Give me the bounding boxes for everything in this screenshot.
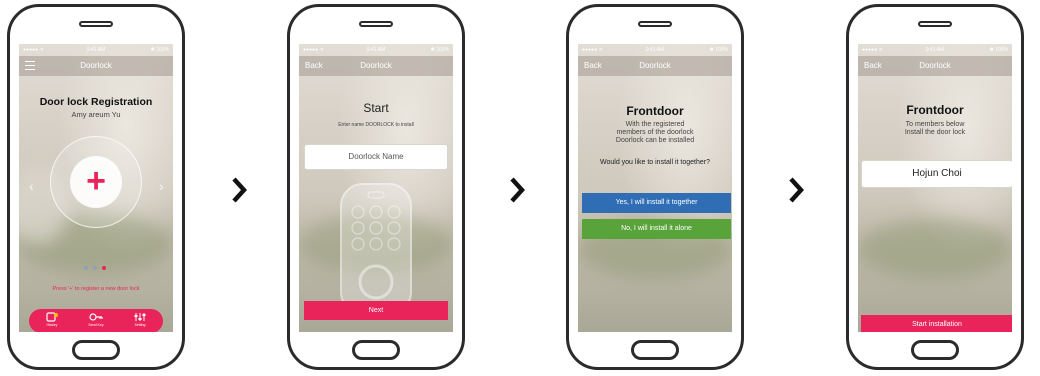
instruction-text: Enter name DOORLOCK to install: [338, 122, 414, 128]
description-line: Install the door lock: [904, 129, 966, 136]
tab-label: Send Key: [88, 323, 104, 327]
battery-indicator: ✱ 100%: [430, 47, 449, 53]
setting-icon: [134, 313, 146, 321]
page-indicator: [84, 266, 114, 271]
nav-title: Doorlock: [360, 61, 392, 70]
doorlock-name-input[interactable]: Doorlock Name: [304, 144, 448, 170]
chevron-right-icon: [789, 177, 804, 203]
install-together-button[interactable]: Yes, I will install it together: [582, 193, 731, 213]
page-title: Frontdoor: [906, 103, 964, 117]
tab-history[interactable]: History: [37, 311, 67, 331]
page-title: Start: [363, 101, 389, 115]
battery-indicator: ✱ 100%: [709, 47, 728, 53]
description-line: To members below: [905, 121, 965, 128]
tab-send-key[interactable]: Send Key: [81, 311, 111, 331]
nav-bar: Back Doorlock: [299, 56, 453, 76]
speaker: [359, 21, 393, 27]
chevron-right-icon: [510, 177, 525, 203]
phone-frame-2: ●●●●● ᯤ 9:41 AM ✱ 100% Back Doorlock Sta…: [287, 4, 465, 370]
user-name: Amy areum Yu: [71, 110, 121, 119]
member-item: Hojun Choi: [861, 160, 1012, 188]
home-button[interactable]: [911, 340, 959, 360]
nav-bar: Doorlock: [19, 56, 173, 76]
page-title: Door lock Registration: [39, 96, 153, 108]
next-button[interactable]: Next: [304, 301, 448, 320]
page-title: Frontdoor: [626, 104, 684, 118]
speaker: [918, 21, 952, 27]
phone-frame-4: ●●●●● ᯤ 9:41 AM ✱ 100% Back Doorlock Fro…: [846, 4, 1024, 370]
screen-install-together: ●●●●● ᯤ 9:41 AM ✱ 100% Back Doorlock Fro…: [578, 44, 732, 332]
tab-label: Setting: [134, 323, 146, 327]
description-line: members of the doorlock: [616, 129, 694, 136]
battery-indicator: ✱ 100%: [150, 47, 169, 53]
page-dot: [93, 266, 97, 270]
status-bar: ●●●●● ᯤ 9:41 AM ✱ 100%: [858, 44, 1012, 56]
status-bar: ●●●●● ᯤ 9:41 AM ✱ 100%: [299, 44, 453, 56]
description-line: With the registered: [625, 121, 685, 128]
nav-bar: Back Doorlock: [858, 56, 1012, 76]
speaker: [638, 21, 672, 27]
page-dot: [84, 266, 88, 270]
install-question: Would you like to install it together?: [600, 159, 710, 166]
nav-title: Doorlock: [80, 61, 112, 70]
plus-icon: +: [86, 162, 106, 200]
status-bar: ●●●●● ᯤ 9:41 AM ✱ 100%: [578, 44, 732, 56]
home-button[interactable]: [352, 340, 400, 360]
input-placeholder: Doorlock Name: [348, 152, 404, 161]
doorlock-illustration: [340, 183, 412, 315]
home-button[interactable]: [72, 340, 120, 360]
key-icon: [89, 313, 103, 321]
phone-frame-1: ●●●●● ᯤ 9:41 AM ✱ 100% Doorlock Door loc…: [7, 4, 185, 370]
phone-frame-3: ●●●●● ᯤ 9:41 AM ✱ 100% Back Doorlock Fro…: [566, 4, 744, 370]
install-alone-button[interactable]: No, I will install it alone: [582, 219, 731, 239]
description-line: Doorlock can be installed: [615, 137, 695, 144]
start-installation-button[interactable]: Start installation: [861, 315, 1012, 332]
chevron-left-icon[interactable]: ‹: [29, 178, 34, 194]
member-name: Hojun Choi: [912, 168, 962, 179]
tab-setting[interactable]: Setting: [125, 311, 155, 331]
home-button[interactable]: [631, 340, 679, 360]
battery-indicator: ✱ 100%: [989, 47, 1008, 53]
screen-registration: ●●●●● ᯤ 9:41 AM ✱ 100% Doorlock Door loc…: [19, 44, 173, 332]
nav-bar: Back Doorlock: [578, 56, 732, 76]
register-hint: Press '+' to register a new door lock: [52, 286, 140, 292]
status-bar: ●●●●● ᯤ 9:41 AM ✱ 100%: [19, 44, 173, 56]
chevron-right-icon[interactable]: ›: [159, 178, 164, 194]
page-dot-active: [102, 266, 106, 270]
tab-label: History: [46, 323, 58, 327]
screen-start: ●●●●● ᯤ 9:41 AM ✱ 100% Back Doorlock Sta…: [299, 44, 453, 332]
bottom-tab-bar: History Send Key Setting: [29, 309, 163, 332]
nav-title: Doorlock: [919, 61, 951, 70]
screen-members: ●●●●● ᯤ 9:41 AM ✱ 100% Back Doorlock Fro…: [858, 44, 1012, 332]
chevron-right-icon: [232, 177, 247, 203]
speaker: [79, 21, 113, 27]
nav-title: Doorlock: [639, 61, 671, 70]
history-icon: [46, 312, 58, 322]
